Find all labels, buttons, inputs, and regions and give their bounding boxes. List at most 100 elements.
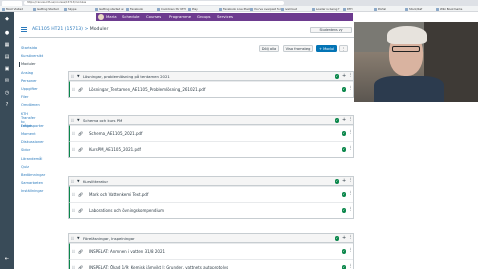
drag-handle-icon[interactable]: ⠿ xyxy=(72,131,75,136)
drag-handle-icon[interactable]: ⠿ xyxy=(71,179,74,184)
bookmark-item[interactable]: Wiki Bookmarks xyxy=(436,7,462,11)
check-circle-icon[interactable]: ✓ xyxy=(334,179,339,184)
module-item[interactable]: ⠿ 🔗︎ Laborations och övningskompendium ✓ ⋮ xyxy=(69,202,353,218)
check-circle-icon[interactable]: ✓ xyxy=(341,87,346,92)
bookmark-item[interactable]: Facebook Live Plackb xyxy=(219,7,253,11)
kebab-menu-icon[interactable]: ⋮ xyxy=(348,146,353,152)
course-nav-item[interactable]: Bedömningar xyxy=(21,173,45,178)
check-circle-icon[interactable]: ✓ xyxy=(341,131,346,136)
drag-handle-icon[interactable]: ⠿ xyxy=(71,118,74,123)
bookmark-item[interactable]: Cooldown för KTH xyxy=(157,7,186,11)
plus-icon[interactable]: + xyxy=(342,74,346,79)
bookmark-item[interactable]: Stock/Kaf xyxy=(405,7,422,11)
caret-down-icon[interactable]: ▼ xyxy=(77,74,80,79)
check-circle-icon[interactable]: ✓ xyxy=(341,147,346,152)
kebab-menu-icon[interactable]: ⋮ xyxy=(348,248,353,254)
kebab-menu-icon[interactable]: ⋮ xyxy=(348,207,353,213)
check-circle-icon[interactable]: ✓ xyxy=(341,192,346,197)
kth-logo-icon[interactable]: ◆ xyxy=(3,16,11,22)
module-item[interactable]: ⠿ 🔗︎ INSPELAT: Anmnen i vatten 31/8 2021 ✓ ⋮ xyxy=(69,243,353,259)
course-nav-item[interactable]: Filer xyxy=(21,95,29,100)
check-circle-icon[interactable]: ✓ xyxy=(341,265,346,269)
bookmark-item[interactable]: Most Visited xyxy=(2,7,23,11)
drag-handle-icon[interactable]: ⠿ xyxy=(71,236,74,241)
module-item[interactable]: ⠿ 🔗︎ INSPELAT: Ökad 1/9: Kemisk jämvikt I:… xyxy=(69,259,353,269)
kebab-menu-icon[interactable]: ⋮ xyxy=(348,130,353,136)
course-nav-item[interactable]: Uppgifter xyxy=(21,87,38,92)
check-circle-icon[interactable]: ✓ xyxy=(341,208,346,213)
kebab-menu-icon[interactable]: ⋮ xyxy=(348,264,353,269)
check-circle-icon[interactable]: ✓ xyxy=(334,236,339,241)
course-nav-item[interactable]: Frågesporter xyxy=(21,124,44,129)
bookmark-item[interactable]: Getting started w xyxy=(95,7,123,11)
course-nav-item[interactable]: Lärandemål xyxy=(21,157,42,162)
caret-down-icon[interactable]: ▼ xyxy=(77,236,80,241)
courses-icon[interactable]: ▤ xyxy=(3,54,11,60)
kebab-menu-icon[interactable]: ⋮ xyxy=(348,73,353,79)
kebab-menu-icon[interactable]: ⋮ xyxy=(348,178,353,184)
module-item-title[interactable]: INSPELAT: Anmnen i vatten 31/8 2021 xyxy=(89,248,165,256)
kebab-menu-icon[interactable]: ⋮ xyxy=(348,191,353,197)
avatar[interactable] xyxy=(98,14,104,20)
nav-services[interactable]: Services xyxy=(217,14,233,20)
module-item-title[interactable]: Laborations och övningskompendium xyxy=(89,207,164,215)
module-header[interactable]: ⠿ ▼ Föreläsningar, Inspelningar ✓ + ⋮ xyxy=(69,234,353,243)
course-nav-item[interactable]: Sidor xyxy=(21,148,30,153)
user-name[interactable]: Maria xyxy=(106,14,117,20)
course-nav-item[interactable]: Moduler xyxy=(19,62,36,68)
bookmark-item[interactable]: You've overpaid for xyxy=(250,7,281,11)
drag-handle-icon[interactable]: ⠿ xyxy=(72,192,75,197)
course-nav-item[interactable]: Moment xyxy=(21,132,36,137)
bookmark-item[interactable]: Facebook xyxy=(126,7,143,11)
bookmark-item[interactable]: iveCloud xyxy=(281,7,297,11)
collapse-all-button[interactable]: Dölj alla xyxy=(259,45,279,52)
module-item-title[interactable]: INSPELAT: Ökad 1/9: Kemisk jämvikt I: Gr… xyxy=(89,264,228,269)
module-header[interactable]: ⠿ ▼ Lösningar, problemlösning på tentamen … xyxy=(69,72,353,81)
module-item[interactable]: ⠿ 🔗︎ Schema_AE1105_2021.pdf ✓ ⋮ xyxy=(69,125,353,141)
inbox-icon[interactable]: ✉ xyxy=(3,78,11,84)
drag-handle-icon[interactable]: ⠿ xyxy=(72,249,75,254)
module-item[interactable]: ⠿ 🔗︎ KursPM_AE1105_2021.pdf ✓ ⋮ xyxy=(69,141,353,157)
student-view-button[interactable]: Studentens vy xyxy=(310,27,352,33)
drag-handle-icon[interactable]: ⠿ xyxy=(72,208,75,213)
nav-groups[interactable]: Groups xyxy=(197,14,211,20)
check-circle-icon[interactable]: ✓ xyxy=(334,118,339,123)
module-item-title[interactable]: Lösningar_Tentamen_AE1105_Problemlösning… xyxy=(89,86,205,94)
view-progress-button[interactable]: Visa framsteg xyxy=(283,45,313,52)
course-nav-item[interactable]: Personer xyxy=(21,79,37,84)
course-menu-toggle-icon[interactable] xyxy=(21,27,27,32)
module-item[interactable]: ⠿ 🔗︎ Lösningar_Tentamen_AE1105_Problemlösn… xyxy=(69,81,353,97)
plus-icon[interactable]: + xyxy=(342,179,346,184)
add-module-button[interactable]: + Modul xyxy=(316,45,337,52)
course-nav-item[interactable]: Samarbeten xyxy=(21,181,43,186)
calendar-icon[interactable]: ▣ xyxy=(3,66,11,72)
kebab-menu-icon[interactable]: ⋮ xyxy=(348,86,353,92)
course-nav-item[interactable]: Anslag xyxy=(21,71,33,76)
course-nav-item[interactable]: Startsida xyxy=(21,46,37,51)
account-icon[interactable]: ● xyxy=(3,30,11,36)
caret-down-icon[interactable]: ▼ xyxy=(77,179,80,184)
course-nav-item[interactable]: Omdömen xyxy=(21,103,40,108)
course-nav-item[interactable]: Diskussioner xyxy=(21,140,44,145)
check-circle-icon[interactable]: ✓ xyxy=(341,249,346,254)
dashboard-icon[interactable]: ▦ xyxy=(3,42,11,48)
more-options-icon[interactable]: ⋮ xyxy=(339,45,348,52)
module-header[interactable]: ⠿ ▼ Schema och kurs PM ✓ + ⋮ xyxy=(69,116,353,125)
course-nav-item[interactable]: Quiz xyxy=(21,165,29,170)
module-header[interactable]: ⠿ ▼ Kurslitteratur ✓ + ⋮ xyxy=(69,177,353,186)
kebab-menu-icon[interactable]: ⋮ xyxy=(348,235,353,241)
module-item-title[interactable]: Schema_AE1105_2021.pdf xyxy=(89,130,142,138)
bookmark-item[interactable]: Play xyxy=(188,7,198,11)
collapse-nav-icon[interactable]: ⇤ xyxy=(3,256,11,262)
drag-handle-icon[interactable]: ⠿ xyxy=(72,147,75,152)
course-nav-item[interactable]: Kursöversikt xyxy=(21,54,43,59)
drag-handle-icon[interactable]: ⠿ xyxy=(72,87,75,92)
breadcrumb-course-link[interactable]: AE1105 HT21 (15713) xyxy=(32,27,83,32)
nav-courses[interactable]: Courses xyxy=(146,14,161,20)
drag-handle-icon[interactable]: ⠿ xyxy=(72,265,75,269)
help-icon[interactable]: ? xyxy=(3,102,11,108)
nav-programme[interactable]: Programme xyxy=(169,14,191,20)
module-item-title[interactable]: KursPM_AE1105_2021.pdf xyxy=(89,146,141,154)
module-item-title[interactable]: Mark och Vattenkemi Text.pdf xyxy=(89,191,148,199)
caret-down-icon[interactable]: ▼ xyxy=(77,118,80,123)
